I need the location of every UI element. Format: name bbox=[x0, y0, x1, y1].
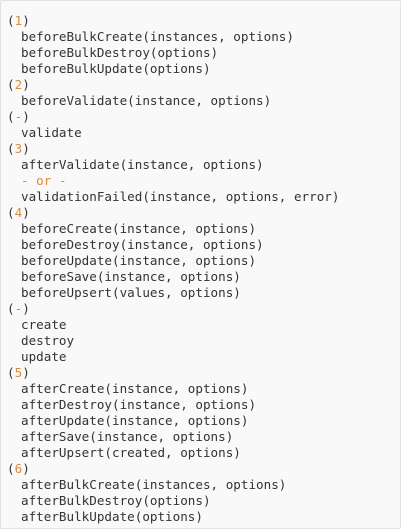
hook-signature: beforeValidate(instance, options) bbox=[21, 93, 272, 108]
hook-line: afterUpsert(created, options) bbox=[7, 445, 400, 461]
step-marker-line: (5) bbox=[7, 365, 400, 381]
hook-line: validationFailed(instance, options, erro… bbox=[7, 189, 400, 205]
hook-signature: afterBulkCreate(instances, options) bbox=[21, 477, 287, 492]
hook-line: afterSave(instance, options) bbox=[7, 429, 400, 445]
hook-signature: beforeBulkDestroy(options) bbox=[21, 45, 219, 60]
or-separator-line: - or - bbox=[7, 173, 400, 189]
hook-line: destroy bbox=[7, 333, 400, 349]
hook-line: beforeSave(instance, options) bbox=[7, 269, 400, 285]
close-paren: ) bbox=[22, 461, 30, 476]
step-marker-line: (3) bbox=[7, 141, 400, 157]
open-paren: ( bbox=[7, 13, 15, 28]
hook-line: beforeBulkUpdate(options) bbox=[7, 61, 400, 77]
step-marker-line: (4) bbox=[7, 205, 400, 221]
hook-signature: afterBulkDestroy(options) bbox=[21, 493, 211, 508]
open-paren: ( bbox=[7, 365, 15, 380]
hook-signature: beforeBulkUpdate(options) bbox=[21, 61, 211, 76]
hook-signature: beforeBulkCreate(instances, options) bbox=[21, 29, 294, 44]
hook-signature: afterUpsert(created, options) bbox=[21, 445, 241, 460]
hook-line: update bbox=[7, 349, 400, 365]
hook-line: afterUpdate(instance, options) bbox=[7, 413, 400, 429]
hook-line: afterCreate(instance, options) bbox=[7, 381, 400, 397]
close-paren: ) bbox=[22, 205, 30, 220]
hook-line: afterValidate(instance, options) bbox=[7, 157, 400, 173]
hook-line: afterDestroy(instance, options) bbox=[7, 397, 400, 413]
hook-signature: create bbox=[21, 317, 67, 332]
open-paren: ( bbox=[7, 301, 15, 316]
step-marker-line: (-) bbox=[7, 109, 400, 125]
hook-signature: afterValidate(instance, options) bbox=[21, 157, 264, 172]
step-marker-line: (1) bbox=[7, 13, 400, 29]
hook-signature: destroy bbox=[21, 333, 75, 348]
step-marker-line: (6) bbox=[7, 461, 400, 477]
hook-line: beforeBulkDestroy(options) bbox=[7, 45, 400, 61]
close-paren: ) bbox=[22, 109, 30, 124]
hook-line: beforeUpsert(values, options) bbox=[7, 285, 400, 301]
hook-line: beforeValidate(instance, options) bbox=[7, 93, 400, 109]
step-marker-line: (-) bbox=[7, 301, 400, 317]
hook-signature: update bbox=[21, 349, 67, 364]
hook-line: beforeCreate(instance, options) bbox=[7, 221, 400, 237]
hook-line: afterBulkCreate(instances, options) bbox=[7, 477, 400, 493]
hook-signature: afterCreate(instance, options) bbox=[21, 381, 249, 396]
hook-line: beforeDestroy(instance, options) bbox=[7, 237, 400, 253]
step-marker-line: (2) bbox=[7, 77, 400, 93]
hook-line: validate bbox=[7, 125, 400, 141]
code-block: (1) beforeBulkCreate(instances, options) b… bbox=[0, 0, 401, 529]
hook-signature: afterDestroy(instance, options) bbox=[21, 397, 257, 412]
close-paren: ) bbox=[22, 301, 30, 316]
hook-signature: afterSave(instance, options) bbox=[21, 429, 234, 444]
open-paren: ( bbox=[7, 141, 15, 156]
close-paren: ) bbox=[22, 365, 30, 380]
hook-signature: validate bbox=[21, 125, 82, 140]
close-paren: ) bbox=[22, 77, 30, 92]
open-paren: ( bbox=[7, 77, 15, 92]
hook-signature: beforeUpsert(values, options) bbox=[21, 285, 241, 300]
hook-line: beforeUpdate(instance, options) bbox=[7, 253, 400, 269]
hook-signature: afterUpdate(instance, options) bbox=[21, 413, 249, 428]
close-paren: ) bbox=[22, 13, 30, 28]
hook-signature: beforeUpdate(instance, options) bbox=[21, 253, 257, 268]
or-separator: - or - bbox=[21, 173, 67, 188]
hook-signature: afterBulkUpdate(options) bbox=[21, 509, 203, 524]
hook-line: beforeBulkCreate(instances, options) bbox=[7, 29, 400, 45]
hook-line: afterBulkDestroy(options) bbox=[7, 493, 400, 509]
hook-signature: beforeDestroy(instance, options) bbox=[21, 237, 264, 252]
hook-signature: beforeCreate(instance, options) bbox=[21, 221, 257, 236]
close-paren: ) bbox=[22, 141, 30, 156]
hook-signature: beforeSave(instance, options) bbox=[21, 269, 241, 284]
open-paren: ( bbox=[7, 461, 15, 476]
hook-line: afterBulkUpdate(options) bbox=[7, 509, 400, 525]
open-paren: ( bbox=[7, 205, 15, 220]
hook-signature: validationFailed(instance, options, erro… bbox=[21, 189, 340, 204]
open-paren: ( bbox=[7, 109, 15, 124]
hook-line: create bbox=[7, 317, 400, 333]
